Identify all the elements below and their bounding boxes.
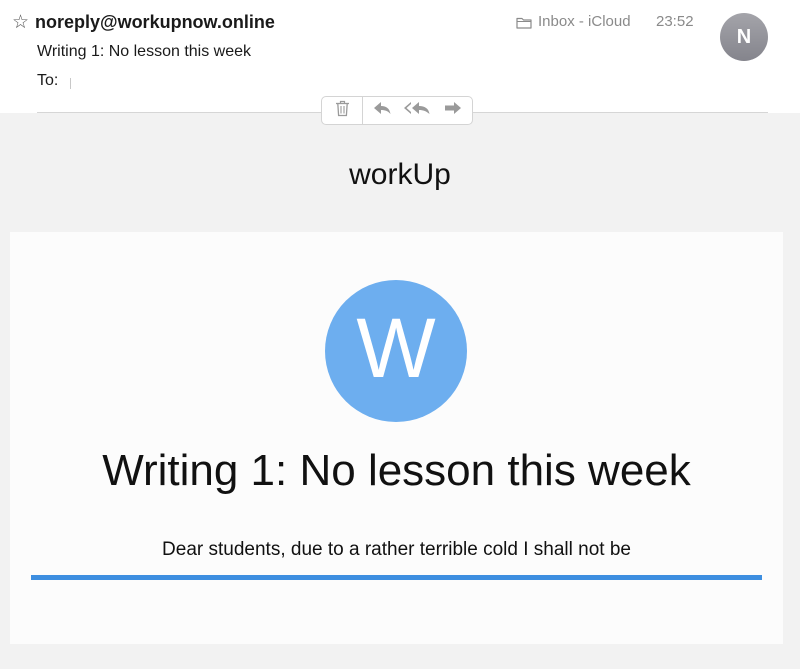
- reply-icon: [372, 100, 392, 121]
- email-headline: Writing 1: No lesson this week: [102, 446, 691, 495]
- recipient-field-caret[interactable]: [70, 78, 71, 89]
- folder-icon: [516, 16, 532, 29]
- toolbar-separator: [362, 97, 363, 124]
- accent-divider: [31, 575, 762, 580]
- reply-all-button[interactable]: [397, 97, 437, 124]
- email-body-text: Dear students, due to a rather terrible …: [162, 539, 631, 560]
- brand-name: workUp: [349, 158, 451, 191]
- message-action-toolbar: [321, 96, 473, 125]
- to-label: To:: [37, 72, 59, 89]
- avatar-initial: N: [736, 25, 752, 48]
- mailbox-indicator[interactable]: Inbox - iCloud: [516, 13, 631, 31]
- star-outline-icon[interactable]: ☆: [12, 11, 29, 33]
- delete-button[interactable]: [322, 97, 362, 124]
- forward-icon: [443, 100, 463, 121]
- email-card: W Writing 1: No lesson this week Dear st…: [10, 232, 783, 644]
- forward-button[interactable]: [437, 97, 469, 124]
- trash-icon: [335, 100, 350, 122]
- received-time: 23:52: [656, 13, 694, 30]
- logo-letter: W: [356, 301, 435, 395]
- sender-address[interactable]: noreply@workupnow.online: [35, 11, 275, 33]
- avatar[interactable]: N: [720, 13, 768, 61]
- reply-all-icon: [403, 100, 431, 121]
- message-body-canvas: workUp W Writing 1: No lesson this week …: [0, 113, 800, 669]
- mailbox-name: Inbox - iCloud: [538, 13, 631, 30]
- message-subject: Writing 1: No lesson this week: [37, 43, 252, 60]
- reply-button[interactable]: [367, 97, 397, 124]
- workup-logo: W: [325, 280, 467, 422]
